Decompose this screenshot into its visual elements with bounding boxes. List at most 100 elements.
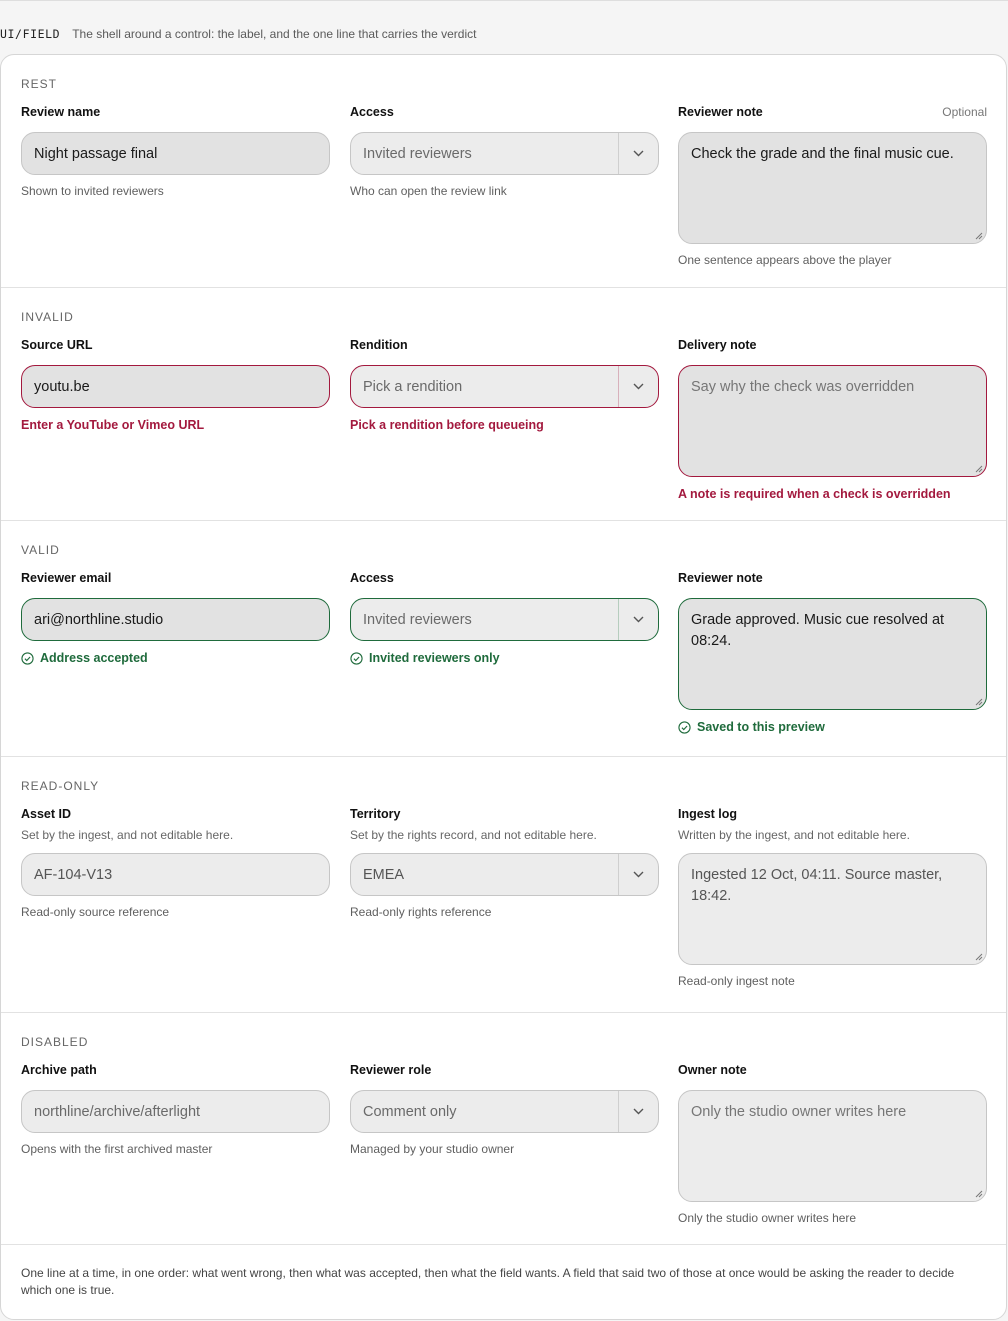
field-help: One sentence appears above the player <box>678 253 892 267</box>
field-help: Read-only source reference <box>21 905 170 919</box>
section-title: REST <box>21 77 58 91</box>
field-owner-note: Owner note Only the studio owner writes … <box>678 1063 987 1227</box>
textarea-value: Ingested 12 Oct, 04:11. Source master, 1… <box>691 867 943 904</box>
field-label: Ingest log <box>678 807 738 821</box>
resize-grip-icon <box>975 1190 983 1198</box>
check-circle-icon <box>350 651 363 665</box>
success-text: Address accepted <box>40 651 148 665</box>
section-invalid: INVALID Source URL youtu.be Enter a YouT… <box>1 288 1006 521</box>
section-title: INVALID <box>21 310 74 324</box>
success-message: Address accepted <box>21 650 330 666</box>
textarea-placeholder: Say why the check was overridden <box>691 379 915 395</box>
source-url-input[interactable]: youtu.be <box>21 365 330 408</box>
reviewer-role-select: Comment only <box>350 1090 659 1133</box>
field-label: Reviewer note <box>678 571 763 585</box>
section-footer: One line at a time, in one order: what w… <box>1 1245 1006 1319</box>
field-help: Read-only rights reference <box>350 905 492 919</box>
field-label: Archive path <box>21 1063 97 1077</box>
select-value: Invited reviewers <box>363 611 472 628</box>
field-review-name: Review name Night passage final Shown to… <box>21 105 330 200</box>
field-rendition: Rendition Pick a rendition Pick a rendit… <box>350 338 659 433</box>
field-label: Reviewer email <box>21 571 112 585</box>
field-help: Who can open the review link <box>350 184 507 198</box>
field-label: Access <box>350 571 394 585</box>
field-reviewer-email: Reviewer email ari@northline.studio Addr… <box>21 571 330 666</box>
section-read-only: READ-ONLY Asset ID Set by the ingest, an… <box>1 757 1006 1013</box>
ingest-log-textarea: Ingested 12 Oct, 04:11. Source master, 1… <box>678 853 987 965</box>
chevron-down-icon[interactable] <box>618 133 658 174</box>
field-help: Read-only ingest note <box>678 974 795 988</box>
field-description: Set by the ingest, and not editable here… <box>21 828 234 842</box>
field-label: Reviewer note <box>678 105 763 119</box>
footer-note: One line at a time, in one order: what w… <box>21 1266 955 1297</box>
error-message: Pick a rendition before queueing <box>350 418 544 432</box>
field-label: Source URL <box>21 338 93 352</box>
field-label: Rendition <box>350 338 408 352</box>
select-placeholder: Pick a rendition <box>363 378 463 395</box>
error-message: A note is required when a check is overr… <box>678 487 951 501</box>
top-divider <box>0 0 1008 2</box>
component-description: The shell around a control: the label, a… <box>72 27 477 41</box>
section-disabled: DISABLED Archive path northline/archive/… <box>1 1013 1006 1245</box>
field-reviewer-note: Reviewer note Optional Check the grade a… <box>678 105 987 269</box>
reviewer-note-textarea[interactable]: Grade approved. Music cue resolved at 08… <box>678 598 987 710</box>
asset-id-input: AF-104-V13 <box>21 853 330 896</box>
delivery-note-textarea[interactable]: Say why the check was overridden <box>678 365 987 477</box>
resize-grip-icon[interactable] <box>975 465 983 473</box>
resize-grip-icon[interactable] <box>975 698 983 706</box>
success-text: Invited reviewers only <box>369 651 500 665</box>
access-select[interactable]: Invited reviewers <box>350 132 659 175</box>
success-message: Saved to this preview <box>678 719 987 735</box>
resize-grip-icon <box>975 953 983 961</box>
success-text: Saved to this preview <box>697 720 825 734</box>
field-help: Managed by your studio owner <box>350 1142 515 1156</box>
field-asset-id: Asset ID Set by the ingest, and not edit… <box>21 807 330 921</box>
section-valid: VALID Reviewer email ari@northline.studi… <box>1 521 1006 757</box>
check-circle-icon <box>21 651 34 665</box>
reviewer-note-textarea[interactable]: Check the grade and the final music cue. <box>678 132 987 244</box>
field-source-url: Source URL youtu.be Enter a YouTube or V… <box>21 338 330 433</box>
check-circle-icon <box>678 720 691 734</box>
field-description: Set by the rights record, and not editab… <box>350 828 597 842</box>
field-label: Review name <box>21 105 101 119</box>
textarea-value: Grade approved. Music cue resolved at 08… <box>691 612 945 649</box>
section-rest: REST Review name Night passage final Sho… <box>1 55 1006 288</box>
select-value: Comment only <box>363 1103 457 1120</box>
chevron-down-icon[interactable] <box>618 366 658 407</box>
chevron-down-icon <box>618 854 658 895</box>
rendition-select[interactable]: Pick a rendition <box>350 365 659 408</box>
chevron-down-icon[interactable] <box>618 599 658 640</box>
field-label: Territory <box>350 807 401 821</box>
field-access: Access Invited reviewers Who can open th… <box>350 105 659 200</box>
field-archive-path: Archive path northline/archive/afterligh… <box>21 1063 330 1158</box>
field-ingest-log: Ingest log Written by the ingest, and no… <box>678 807 987 990</box>
error-message: Enter a YouTube or Vimeo URL <box>21 418 205 432</box>
field-label: Owner note <box>678 1063 747 1077</box>
optional-tag: Optional <box>942 105 987 119</box>
select-value: EMEA <box>363 866 405 883</box>
field-label: Reviewer role <box>350 1063 432 1077</box>
field-description: Written by the ingest, and not editable … <box>678 828 910 842</box>
field-label: Access <box>350 105 394 119</box>
resize-grip-icon[interactable] <box>975 232 983 240</box>
success-message: Invited reviewers only <box>350 650 659 666</box>
page-header: UI/FIELD The shell around a control: the… <box>0 26 476 42</box>
reviewer-email-input[interactable]: ari@northline.studio <box>21 598 330 641</box>
field-help: Opens with the first archived master <box>21 1142 213 1156</box>
field-states-card: REST Review name Night passage final Sho… <box>0 54 1007 1320</box>
section-title: VALID <box>21 543 60 557</box>
select-value: Invited reviewers <box>363 145 472 162</box>
field-reviewer-note-valid: Reviewer note Grade approved. Music cue … <box>678 571 987 735</box>
owner-note-textarea: Only the studio owner writes here <box>678 1090 987 1202</box>
section-title: READ-ONLY <box>21 779 100 793</box>
access-select[interactable]: Invited reviewers <box>350 598 659 641</box>
review-name-input[interactable]: Night passage final <box>21 132 330 175</box>
chevron-down-icon <box>618 1091 658 1132</box>
field-territory: Territory Set by the rights record, and … <box>350 807 659 921</box>
field-access-valid: Access Invited reviewers Invited reviewe… <box>350 571 659 666</box>
textarea-placeholder: Only the studio owner writes here <box>691 1104 907 1120</box>
field-label: Delivery note <box>678 338 757 352</box>
field-help: Shown to invited reviewers <box>21 184 164 198</box>
territory-select: EMEA <box>350 853 659 896</box>
archive-path-input: northline/archive/afterlight <box>21 1090 330 1133</box>
